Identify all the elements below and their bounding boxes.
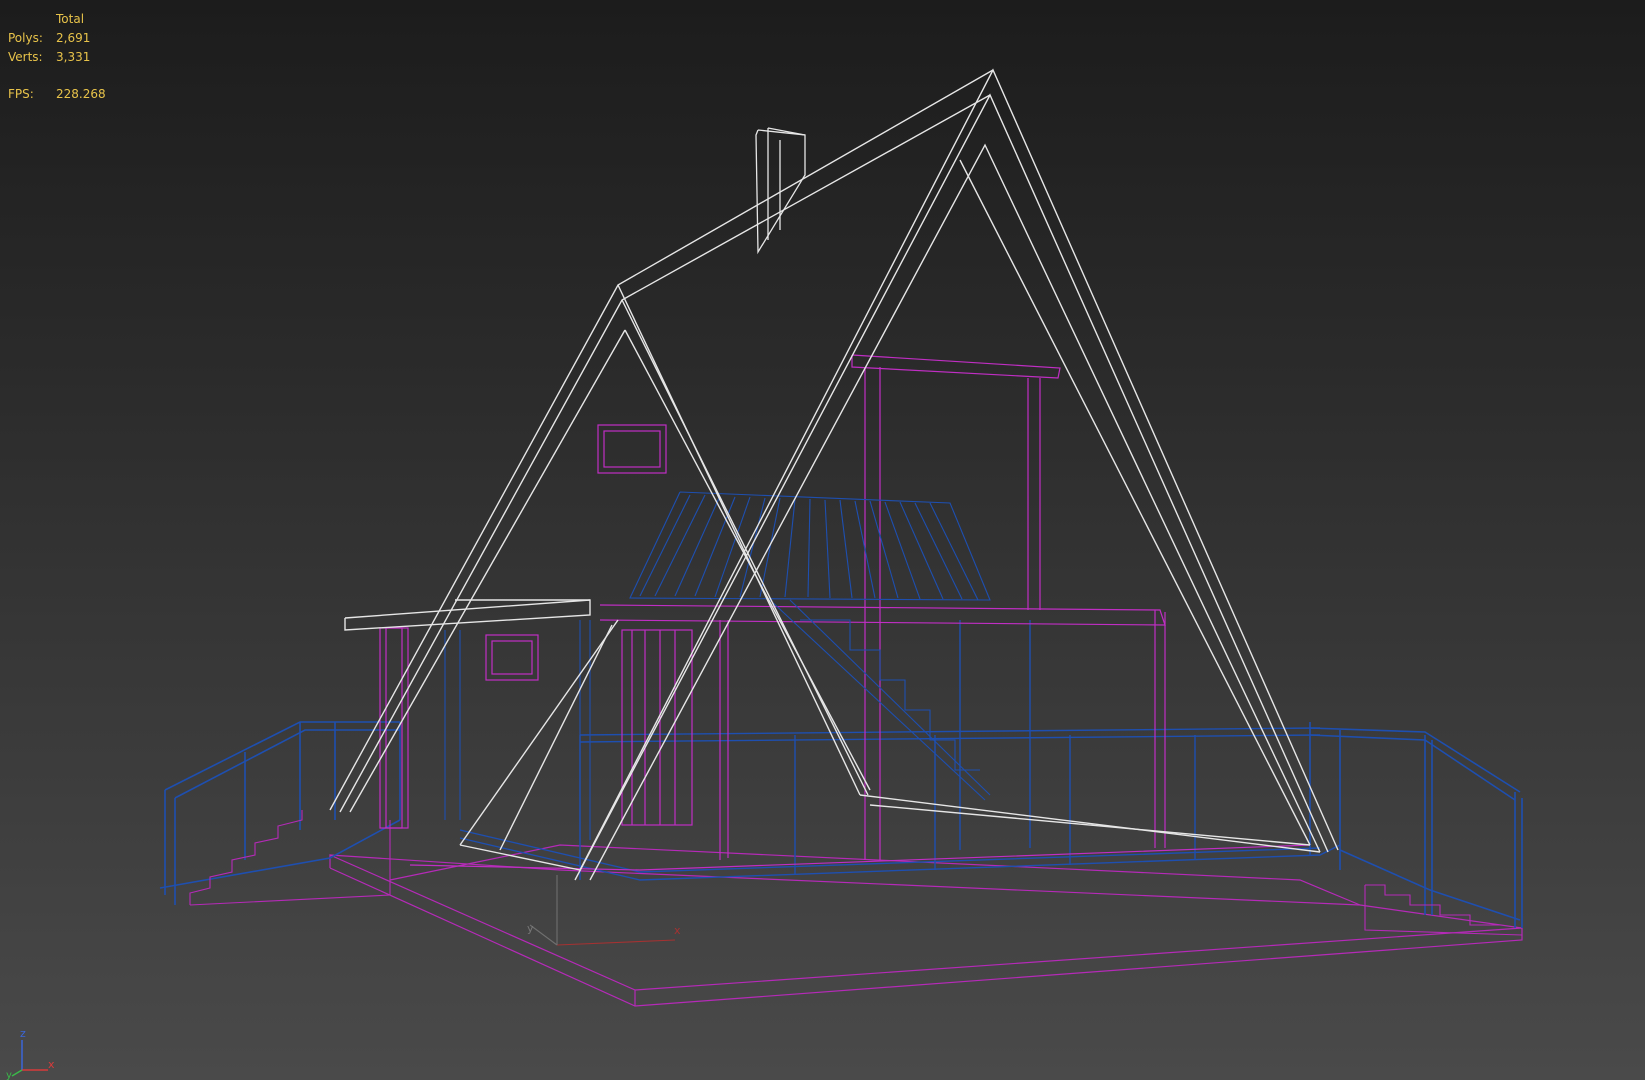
wireframe-viewport[interactable]: Total Polys: 2,691 Verts: 3,331 FPS: 228.26… (0, 0, 1645, 1080)
a-frame-roof (329, 68, 1339, 881)
axis-x-label: x (48, 1058, 55, 1071)
right-stairs-steps (1364, 884, 1523, 936)
interior-staircase (444, 599, 991, 840)
grid-gizmo: x y (527, 875, 681, 946)
axis-z-label: z (20, 1027, 26, 1040)
deck-frame (459, 620, 1341, 881)
axis-y-label: y (6, 1070, 12, 1080)
house-wireframe: x y z x y (6, 68, 1523, 1080)
grid-x-label: x (674, 924, 681, 937)
lower-walls (379, 604, 1311, 871)
chimney (755, 127, 806, 255)
grid-y-label: y (527, 922, 534, 935)
loft-balcony (629, 491, 991, 601)
axis-tripod-icon: z x y (6, 1027, 55, 1080)
